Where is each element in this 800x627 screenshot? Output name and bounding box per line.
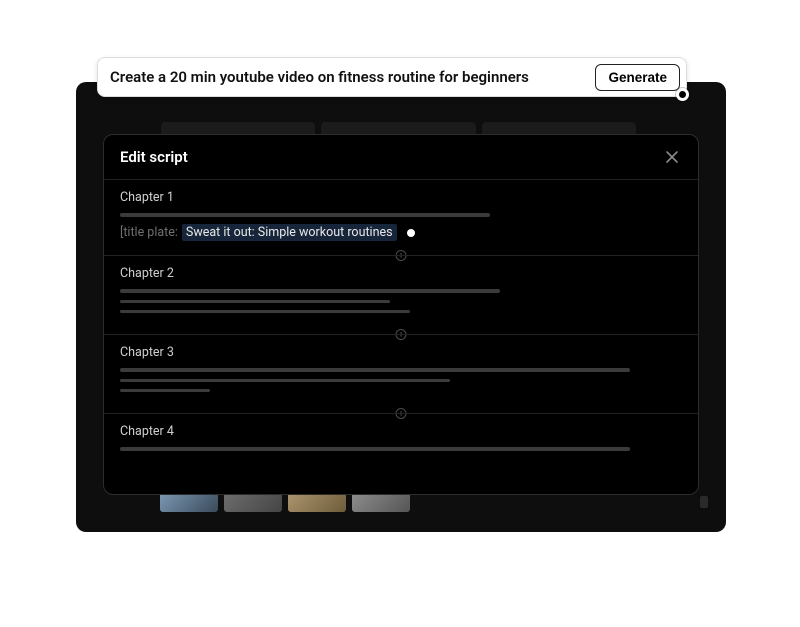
chapter: Chapter 2+ bbox=[104, 255, 698, 334]
chapter: Chapter 3+ bbox=[104, 334, 698, 413]
title-plate-row[interactable]: [title plate: Sweat it out: Simple workou… bbox=[120, 224, 682, 241]
script-line-placeholder[interactable] bbox=[120, 368, 630, 372]
prompt-bar: Create a 20 min youtube video on fitness… bbox=[97, 57, 687, 97]
edit-script-modal: Edit script Chapter 1 [title plate: Sweat … bbox=[103, 134, 699, 495]
script-line-placeholder[interactable] bbox=[120, 289, 500, 293]
chapter-label: Chapter 4 bbox=[120, 424, 682, 439]
chapter-label: Chapter 3 bbox=[120, 345, 682, 360]
script-line-placeholder[interactable] bbox=[120, 447, 630, 451]
script-line-placeholder[interactable] bbox=[120, 379, 450, 382]
script-line-placeholder[interactable] bbox=[120, 213, 490, 217]
prompt-input[interactable]: Create a 20 min youtube video on fitness… bbox=[110, 68, 585, 86]
chapter: Chapter 4 bbox=[104, 413, 698, 472]
title-plate-prefix: [title plate: bbox=[120, 225, 178, 240]
app-stage: Edit script Chapter 1 [title plate: Sweat … bbox=[76, 82, 726, 532]
chapter-label: Chapter 2 bbox=[120, 266, 682, 281]
modal-header: Edit script bbox=[104, 135, 698, 179]
script-line-placeholder[interactable] bbox=[120, 300, 390, 303]
generate-button[interactable]: Generate bbox=[595, 64, 680, 91]
script-line-placeholder[interactable] bbox=[120, 389, 210, 392]
chapter: Chapter 1 [title plate: Sweat it out: Simp… bbox=[104, 179, 698, 255]
scrollbar-hint bbox=[700, 496, 708, 508]
title-plate-text[interactable]: Sweat it out: Simple workout routines bbox=[182, 224, 397, 241]
chapter-label: Chapter 1 bbox=[120, 190, 682, 205]
close-icon[interactable] bbox=[662, 147, 682, 167]
chapters-list: Chapter 1 [title plate: Sweat it out: Simp… bbox=[104, 179, 698, 472]
cursor-icon bbox=[676, 88, 689, 101]
script-line-placeholder[interactable] bbox=[120, 310, 410, 313]
modal-title: Edit script bbox=[120, 148, 188, 166]
text-cursor-icon bbox=[405, 227, 417, 239]
